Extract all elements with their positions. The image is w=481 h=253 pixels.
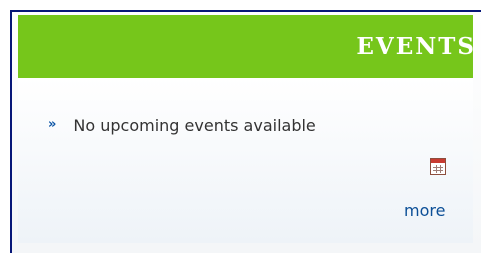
events-content: » No upcoming events available more [18, 78, 473, 243]
empty-events-message: No upcoming events available [73, 116, 316, 135]
empty-event-row: » No upcoming events available [48, 116, 316, 135]
double-right-arrow-icon: » [48, 117, 57, 132]
calendar-icon[interactable] [430, 158, 446, 175]
events-header: EVENTS [18, 15, 476, 78]
more-events-link[interactable]: more [404, 201, 445, 220]
events-title: EVENTS [356, 33, 476, 60]
